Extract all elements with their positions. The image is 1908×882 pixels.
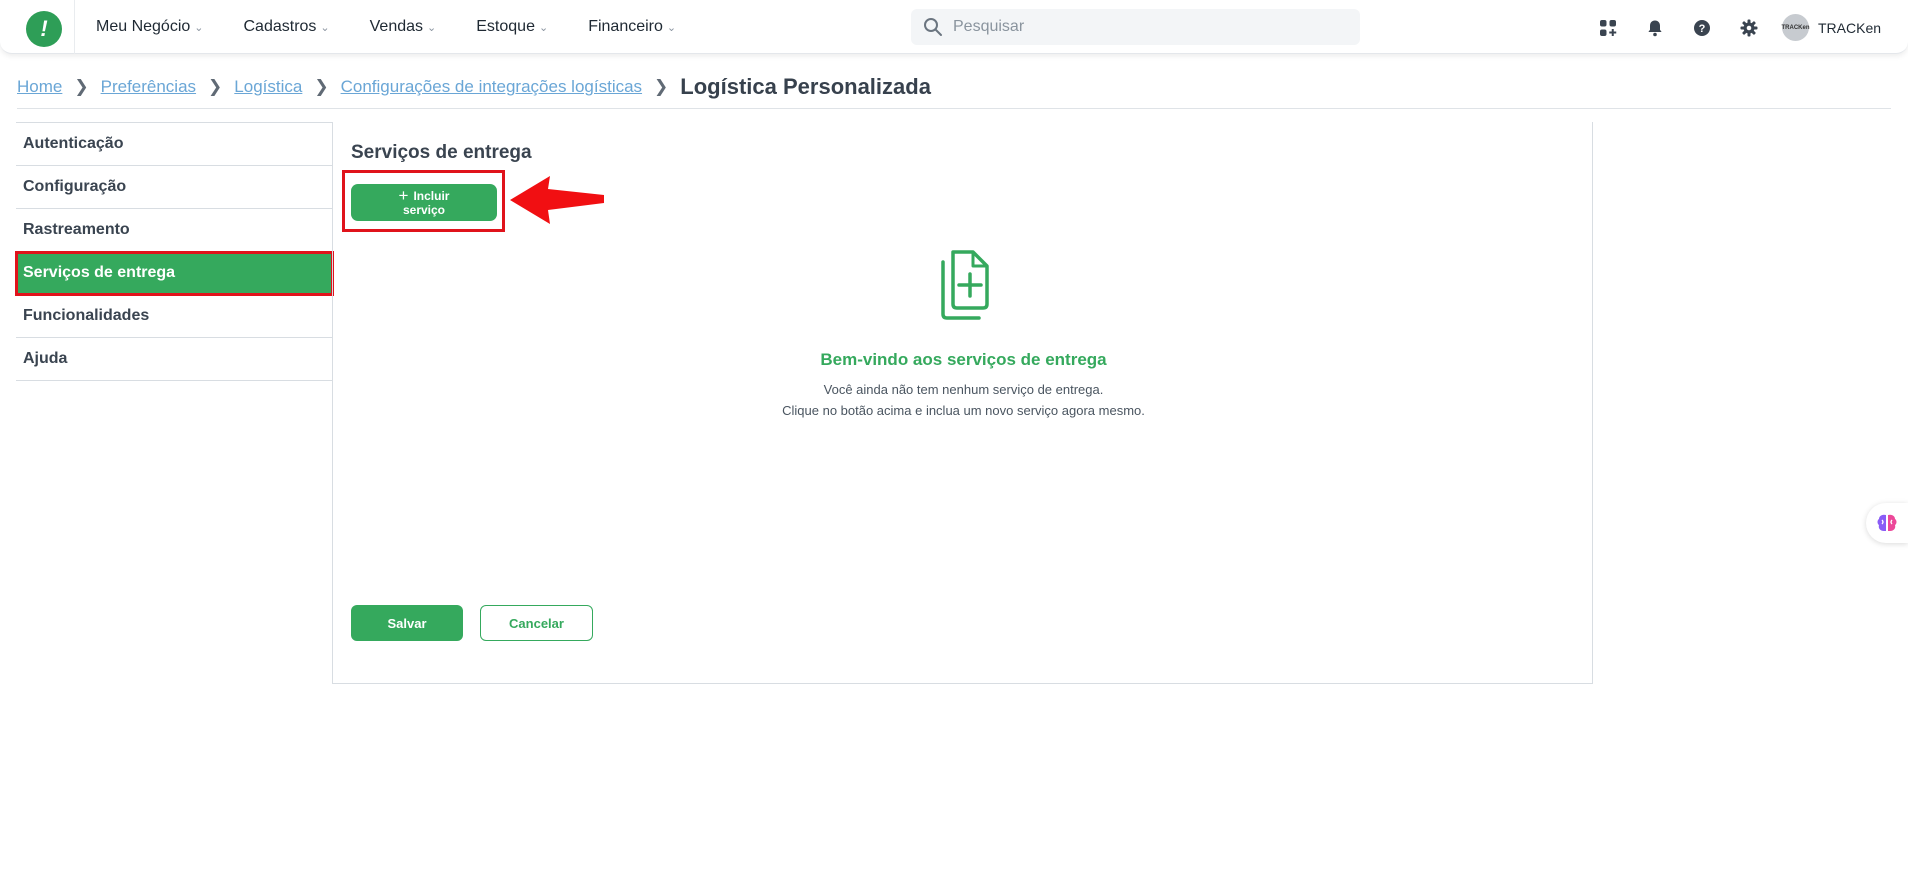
avatar: TRACKen [1782,14,1810,41]
main-nav: Meu Negócio ⌄ Cadastros ⌄ Vendas ⌄ Estoq… [96,0,716,54]
nav-vendas[interactable]: Vendas ⌄ [370,18,437,36]
sidebar-item-rastreamento[interactable]: Rastreamento [16,209,333,252]
svg-text:?: ? [1699,23,1706,35]
assistant-widget[interactable] [1866,503,1908,543]
chevron-down-icon: ⌄ [194,21,204,34]
section-title: Serviços de entrega [351,142,532,163]
nav-label: Estoque [476,18,535,35]
save-button[interactable]: Salvar [351,605,463,641]
sidebar-item-ajuda[interactable]: Ajuda [16,338,333,381]
sidebar-item-autenticacao[interactable]: Autenticação [16,123,333,166]
red-arrow-icon [510,176,604,224]
cancel-button[interactable]: Cancelar [480,605,593,641]
add-button-label-2: serviço [402,202,446,217]
sidebar-item-servicos-de-entrega[interactable]: Serviços de entrega [15,251,334,296]
chevron-right-icon: ❯ [314,77,329,96]
user-menu[interactable]: TRACKen TRACKen [1782,14,1881,41]
chevron-down-icon: ⌄ [427,21,437,34]
add-service-button[interactable]: + Incluir serviço [351,184,497,221]
nav-estoque[interactable]: Estoque ⌄ [476,18,548,36]
chevron-right-icon: ❯ [654,77,669,96]
breadcrumb: Home ❯ Preferências ❯ Logística ❯ Config… [17,74,931,100]
search-box [911,9,1360,45]
gear-icon[interactable] [1737,16,1761,40]
nav-label: Financeiro [588,18,663,35]
search-input[interactable] [953,18,1333,36]
breadcrumb-divider [17,108,1891,109]
chevron-down-icon: ⌄ [320,21,330,34]
logo-divider [74,0,75,54]
username: TRACKen [1818,19,1882,36]
chevron-right-icon: ❯ [208,77,223,96]
top-icons: ? TRACKen TRACKen [1596,14,1881,41]
help-icon[interactable]: ? [1690,16,1714,40]
empty-state-text: Clique no botão acima e inclua um novo s… [782,403,1145,418]
apps-icon[interactable] [1596,16,1620,40]
breadcrumb-preferencias[interactable]: Preferências [101,77,196,97]
nav-cadastros[interactable]: Cadastros ⌄ [244,18,330,36]
search-icon [923,17,943,37]
bell-icon[interactable] [1643,16,1667,40]
nav-meu-negocio[interactable]: Meu Negócio ⌄ [96,18,204,36]
empty-state-text: Você ainda não tem nenhum serviço de ent… [823,382,1104,397]
empty-state-title: Bem-vindo aos serviços de entrega [820,350,1107,369]
page-title: Logística Personalizada [680,74,931,99]
sidebar: Autenticação Configuração Rastreamento S… [15,122,334,381]
nav-label: Meu Negócio [96,18,191,35]
breadcrumb-home[interactable]: Home [17,77,62,97]
nav-label: Vendas [369,18,424,35]
chevron-right-icon: ❯ [74,77,89,96]
nav-label: Cadastros [243,18,317,35]
chevron-down-icon: ⌄ [666,21,677,34]
breadcrumb-configuracoes[interactable]: Configurações de integrações logísticas [341,77,642,97]
chevron-down-icon: ⌄ [538,21,549,34]
sidebar-item-funcionalidades[interactable]: Funcionalidades [16,295,333,338]
nav-financeiro[interactable]: Financeiro ⌄ [588,18,676,36]
sidebar-item-configuracao[interactable]: Configuração [16,166,333,209]
brain-icon [1877,514,1897,531]
add-button-label-1: Incluir [413,188,450,203]
breadcrumb-logistica[interactable]: Logística [234,77,302,97]
top-bar: ! Meu Negócio ⌄ Cadastros ⌄ Vendas ⌄ Est… [0,0,1908,54]
main-panel: Serviços de entrega + Incluir serviço Bem… [332,122,1593,684]
add-document-icon [941,250,989,320]
app-logo[interactable]: ! [26,11,62,47]
